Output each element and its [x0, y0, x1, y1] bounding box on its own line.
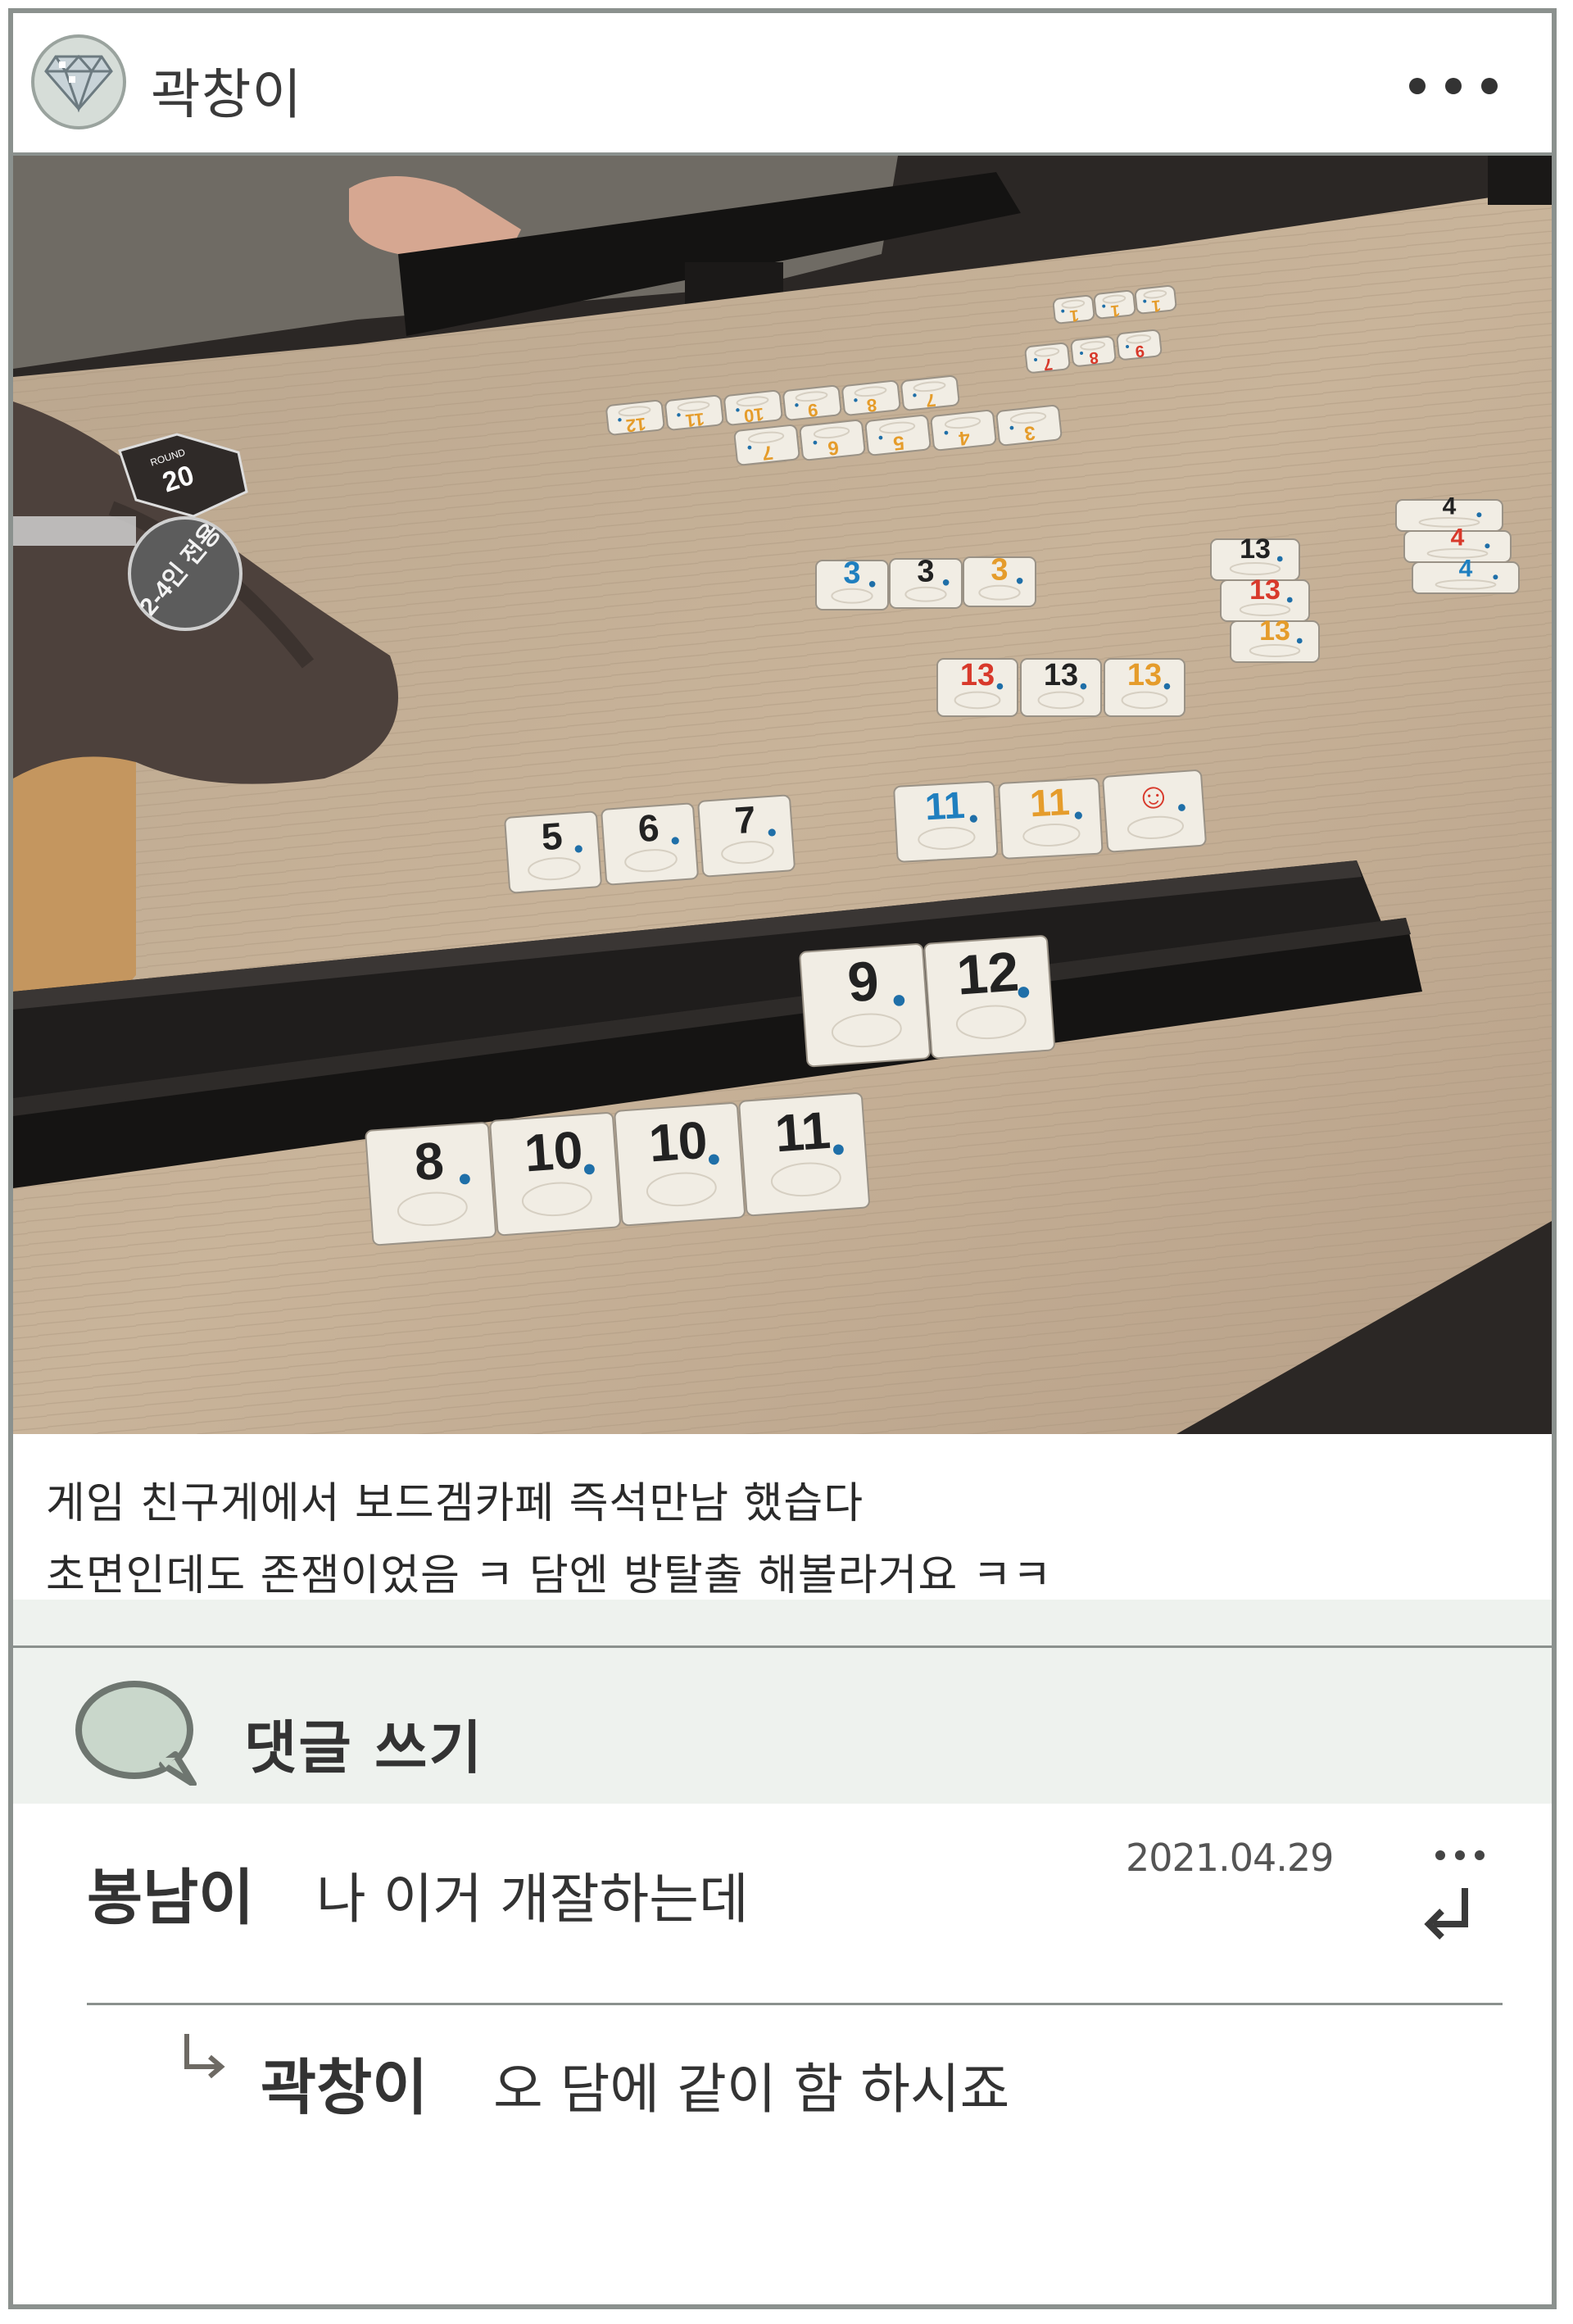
tile-thirteen: 13: [1104, 658, 1185, 717]
tile-number: 9: [807, 399, 819, 420]
reply-text: 오 담에 같이 함 하시죠: [493, 2058, 1010, 2121]
reply-author[interactable]: 곽창이: [261, 2039, 428, 2127]
tile-joker: ☺: [1102, 769, 1207, 853]
tile-number: 9: [1135, 342, 1145, 361]
tile-number: 8: [413, 1131, 447, 1192]
rack-tile-bottom: 10: [489, 1112, 621, 1237]
tile-number: 7: [1043, 355, 1054, 374]
tile-thirteen: 13: [1020, 658, 1102, 717]
speech-bubble-icon: [75, 1681, 197, 1786]
tile-number: 10: [743, 404, 765, 426]
tile-row-d: 6: [799, 420, 866, 461]
write-comment-bar[interactable]: 댓글 쓰기: [13, 1648, 1552, 1804]
tile-number: 1: [1069, 306, 1080, 325]
tile-top-b: 7: [1024, 342, 1071, 374]
tile-number: 8: [866, 394, 878, 415]
rack-tile-top: 9: [799, 943, 931, 1068]
tile-three: 3: [963, 553, 1036, 607]
tile-number: 12: [954, 941, 1021, 1007]
caption-line-2: 초면인데도 존잼이었음 ㅋ 담엔 방탈출 해볼라거요 ㅋㅋ: [46, 1551, 1053, 1600]
tile-run: 5: [504, 810, 602, 894]
comment-author[interactable]: 봉남이: [87, 1849, 254, 1936]
tile-run: 7: [697, 794, 796, 878]
comment-item: 봉남이 나 이거 개잘하는데 2021.04.29: [13, 1816, 1552, 2013]
comment-text: 나 이거 개잘하는데: [316, 1868, 749, 1931]
tile-number: 9: [845, 950, 881, 1014]
tile-number: 3: [990, 553, 1008, 588]
tile-row-d: 7: [733, 424, 800, 466]
tile-number: 7: [761, 441, 774, 464]
tile-number: 11: [1029, 780, 1071, 824]
tile-thirteen-side: 13: [1230, 615, 1320, 663]
tile-run: 6: [601, 802, 699, 886]
tile-number: 4: [1443, 492, 1457, 520]
tile-top-b: 8: [1070, 335, 1117, 367]
tile-number: 11: [684, 409, 705, 431]
tile-number: 7: [925, 389, 937, 411]
rack-tile-bottom: 11: [738, 1092, 870, 1217]
reply-icon[interactable]: [1422, 1883, 1480, 1945]
rack-tile-top: 12: [923, 935, 1055, 1060]
tile-row-d: 3: [995, 405, 1063, 447]
comment-date: 2021.04.29: [1126, 1836, 1334, 1880]
write-comment-label: 댓글 쓰기: [244, 1714, 483, 1782]
tile-number: 11: [924, 783, 966, 828]
tile-number: 13: [1249, 574, 1281, 606]
tile-number: 13: [1240, 533, 1271, 565]
tile-number: 5: [892, 431, 905, 454]
tile-three: 3: [889, 555, 963, 609]
caption-line-1: 게임 친구게에서 보드겜카페 즉석만남 했습다: [46, 1479, 864, 1528]
tile-number: 8: [1089, 348, 1099, 367]
tile-number: 4: [1459, 555, 1473, 582]
post-caption: 게임 친구게에서 보드겜카페 즉석만남 했습다 초면인데도 존잼이었음 ㅋ 담엔…: [13, 1434, 1552, 1623]
tile-thirteen: 13: [936, 658, 1018, 717]
rack-tile-bottom: 10: [614, 1102, 746, 1227]
diamond-icon: [44, 54, 113, 112]
post-header: 곽창이: [13, 13, 1552, 152]
tile-number: 5: [540, 815, 564, 859]
more-dots-icon: [1409, 78, 1426, 94]
more-dots-icon: [1435, 1850, 1445, 1860]
tile-number: 13: [1044, 658, 1078, 692]
caption-band: [13, 1600, 1552, 1645]
tile-thirteen-side: 13: [1220, 574, 1310, 622]
tile-number: 13: [960, 658, 995, 692]
rack-tile-bottom: 8: [365, 1122, 496, 1246]
tile-thirteen-side: 13: [1210, 533, 1300, 581]
reply-arrow-icon: [184, 2034, 225, 2079]
tile-number: 7: [733, 798, 757, 842]
tile-row-d: 4: [930, 410, 997, 452]
tile-number: 4: [1451, 524, 1465, 551]
comment-divider: [87, 2003, 1503, 2005]
tile-number: 6: [637, 806, 660, 851]
tile-number: 10: [523, 1120, 585, 1183]
more-options-button[interactable]: [1388, 66, 1519, 107]
tile-number: 11: [773, 1101, 833, 1164]
tile-eleven: 11: [998, 778, 1104, 860]
post-card: 곽창이 20 ROUND 2-4인 전용 1 1 1 7 8 9 12 11 1…: [8, 8, 1557, 2309]
tile-number: 6: [827, 436, 840, 459]
tile-number: 3: [843, 556, 860, 591]
tile-number: ☺: [1134, 775, 1173, 818]
tile-row-d: 5: [864, 415, 932, 456]
reply-item: 곽창이 오 담에 같이 함 하시죠: [13, 2013, 1552, 2136]
avatar[interactable]: [31, 34, 126, 129]
tile-top-b: 9: [1116, 329, 1163, 361]
tile-number: 12: [625, 414, 647, 436]
tile-number: 10: [647, 1110, 709, 1173]
tile-three: 3: [815, 556, 889, 611]
post-username[interactable]: 곽창이: [151, 51, 302, 129]
post-photo: 20 ROUND 2-4인 전용 1 1 1 7 8 9 12 11 10 9 8 7 7 6 5 4 3 3 3 3…: [13, 156, 1552, 1434]
comment-more-button[interactable]: [1435, 1850, 1485, 1860]
tile-number: 13: [1127, 658, 1162, 692]
tile-number: 3: [917, 555, 934, 589]
tile-number: 13: [1259, 615, 1290, 647]
tile-number: 1: [1151, 296, 1162, 315]
tile-number: 1: [1110, 301, 1121, 320]
tile-number: 3: [1023, 421, 1036, 444]
tile-eleven: 11: [893, 781, 999, 863]
